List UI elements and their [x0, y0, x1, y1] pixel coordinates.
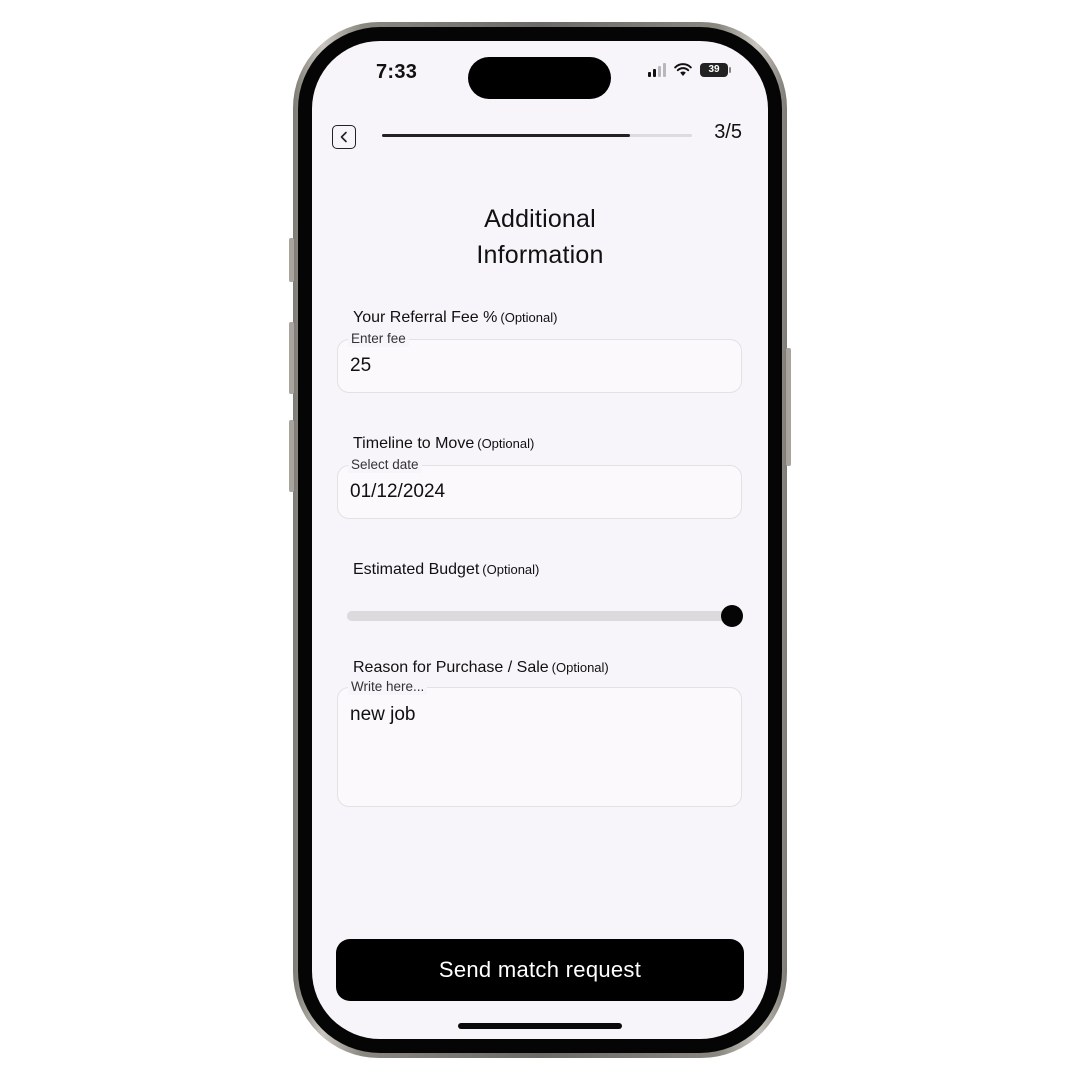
reason-label: Reason for Purchase / Sale (Optional): [353, 659, 609, 677]
reason-caption: Write here...: [348, 679, 428, 695]
budget-optional-tag: (Optional): [482, 562, 540, 577]
volume-up-button: [289, 322, 294, 394]
timeline-label-text: Timeline to Move: [353, 435, 475, 452]
chevron-left-icon: [340, 131, 347, 143]
step-progress-bar: [382, 134, 692, 137]
step-counter: 3/5: [714, 121, 742, 143]
timeline-value: 01/12/2024: [350, 481, 446, 502]
step-progress-fill: [382, 134, 630, 137]
page-title-line-1: Additional: [484, 205, 596, 233]
wifi-icon: [674, 63, 692, 76]
power-button: [786, 348, 791, 466]
page-title-line-2: Information: [476, 241, 604, 269]
stage: 7:33 39 3/5 Additional Information Your …: [0, 0, 1080, 1080]
status-time: 7:33: [376, 61, 418, 83]
reason-label-text: Reason for Purchase / Sale: [353, 659, 549, 676]
timeline-optional-tag: (Optional): [477, 436, 535, 451]
timeline-date-input[interactable]: Select date 01/12/2024: [337, 457, 742, 519]
referral-fee-label: Your Referral Fee % (Optional): [353, 309, 557, 327]
volume-down-button: [289, 420, 294, 492]
home-indicator: [458, 1023, 622, 1029]
phone-screen: 7:33 39 3/5 Additional Information Your …: [312, 41, 768, 1039]
referral-fee-value: 25: [350, 355, 372, 376]
reason-textarea[interactable]: Write here... new job: [337, 679, 742, 807]
dynamic-island: [468, 57, 611, 99]
reason-value: new job: [350, 704, 416, 725]
send-match-request-button[interactable]: Send match request: [336, 939, 744, 1001]
referral-fee-caption: Enter fee: [348, 331, 409, 347]
battery-icon: 39: [700, 63, 731, 77]
status-icons: 39: [648, 63, 731, 77]
budget-slider-thumb[interactable]: [721, 605, 743, 627]
referral-fee-label-text: Your Referral Fee %: [353, 309, 498, 326]
cellular-signal-icon: [648, 63, 666, 77]
budget-label-text: Estimated Budget: [353, 561, 480, 578]
referral-fee-input[interactable]: Enter fee 25: [337, 331, 742, 393]
budget-label: Estimated Budget (Optional): [353, 561, 539, 579]
budget-slider-track[interactable]: [347, 611, 737, 621]
timeline-label: Timeline to Move (Optional): [353, 435, 534, 453]
back-button[interactable]: [332, 125, 356, 149]
budget-slider-fill: [347, 611, 737, 621]
referral-fee-optional-tag: (Optional): [500, 310, 558, 325]
reason-optional-tag: (Optional): [551, 660, 609, 675]
page-title: Additional Information: [312, 201, 768, 273]
timeline-caption: Select date: [348, 457, 422, 473]
action-button: [289, 238, 294, 282]
